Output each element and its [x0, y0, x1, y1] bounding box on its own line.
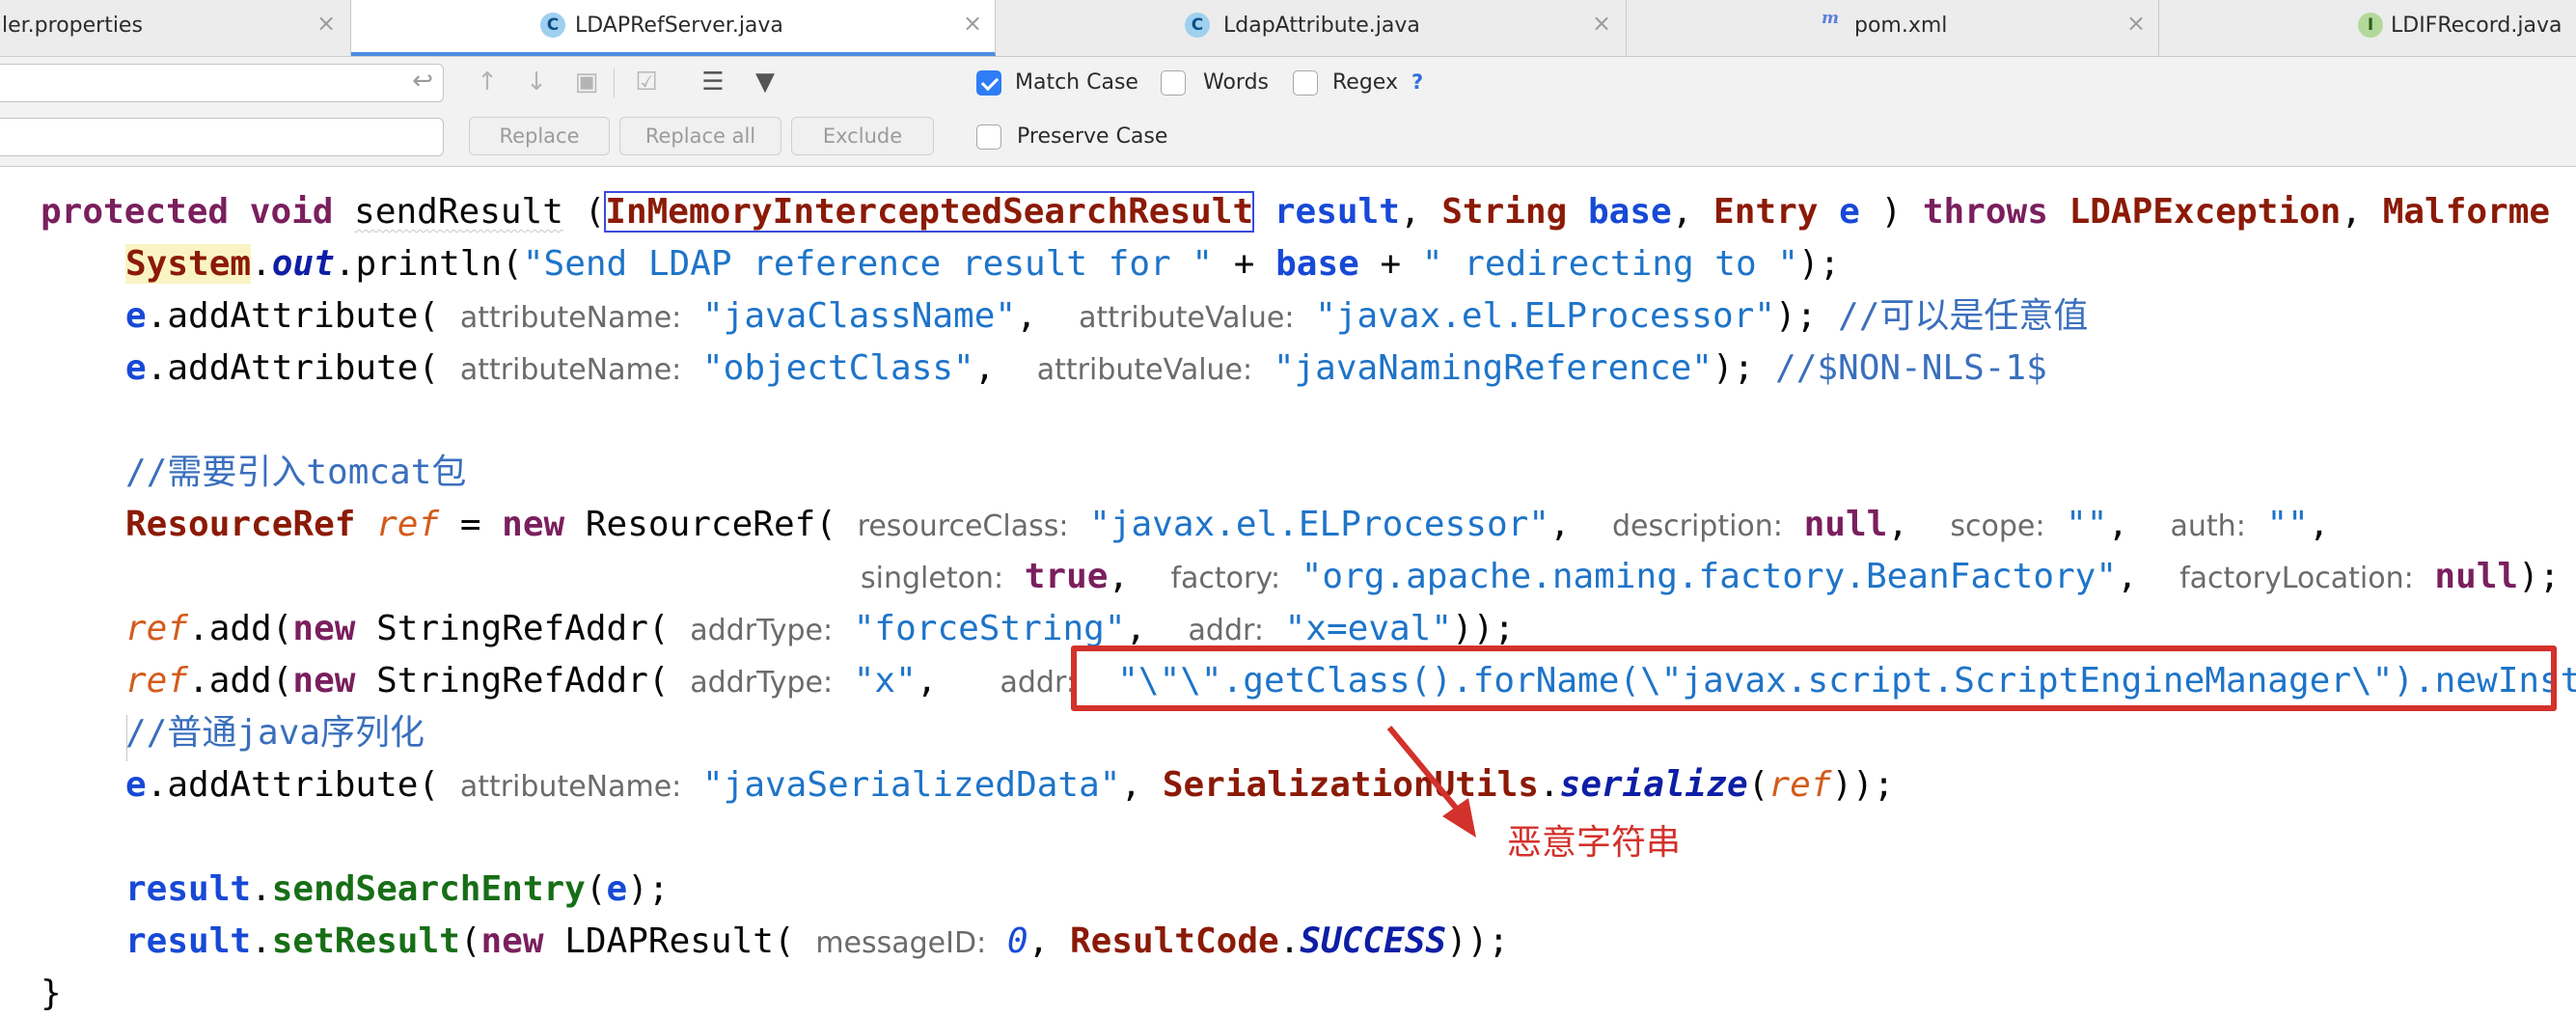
annotation-arrow — [1386, 726, 1476, 838]
annotation-label: 恶意字符串 — [1507, 823, 1682, 863]
